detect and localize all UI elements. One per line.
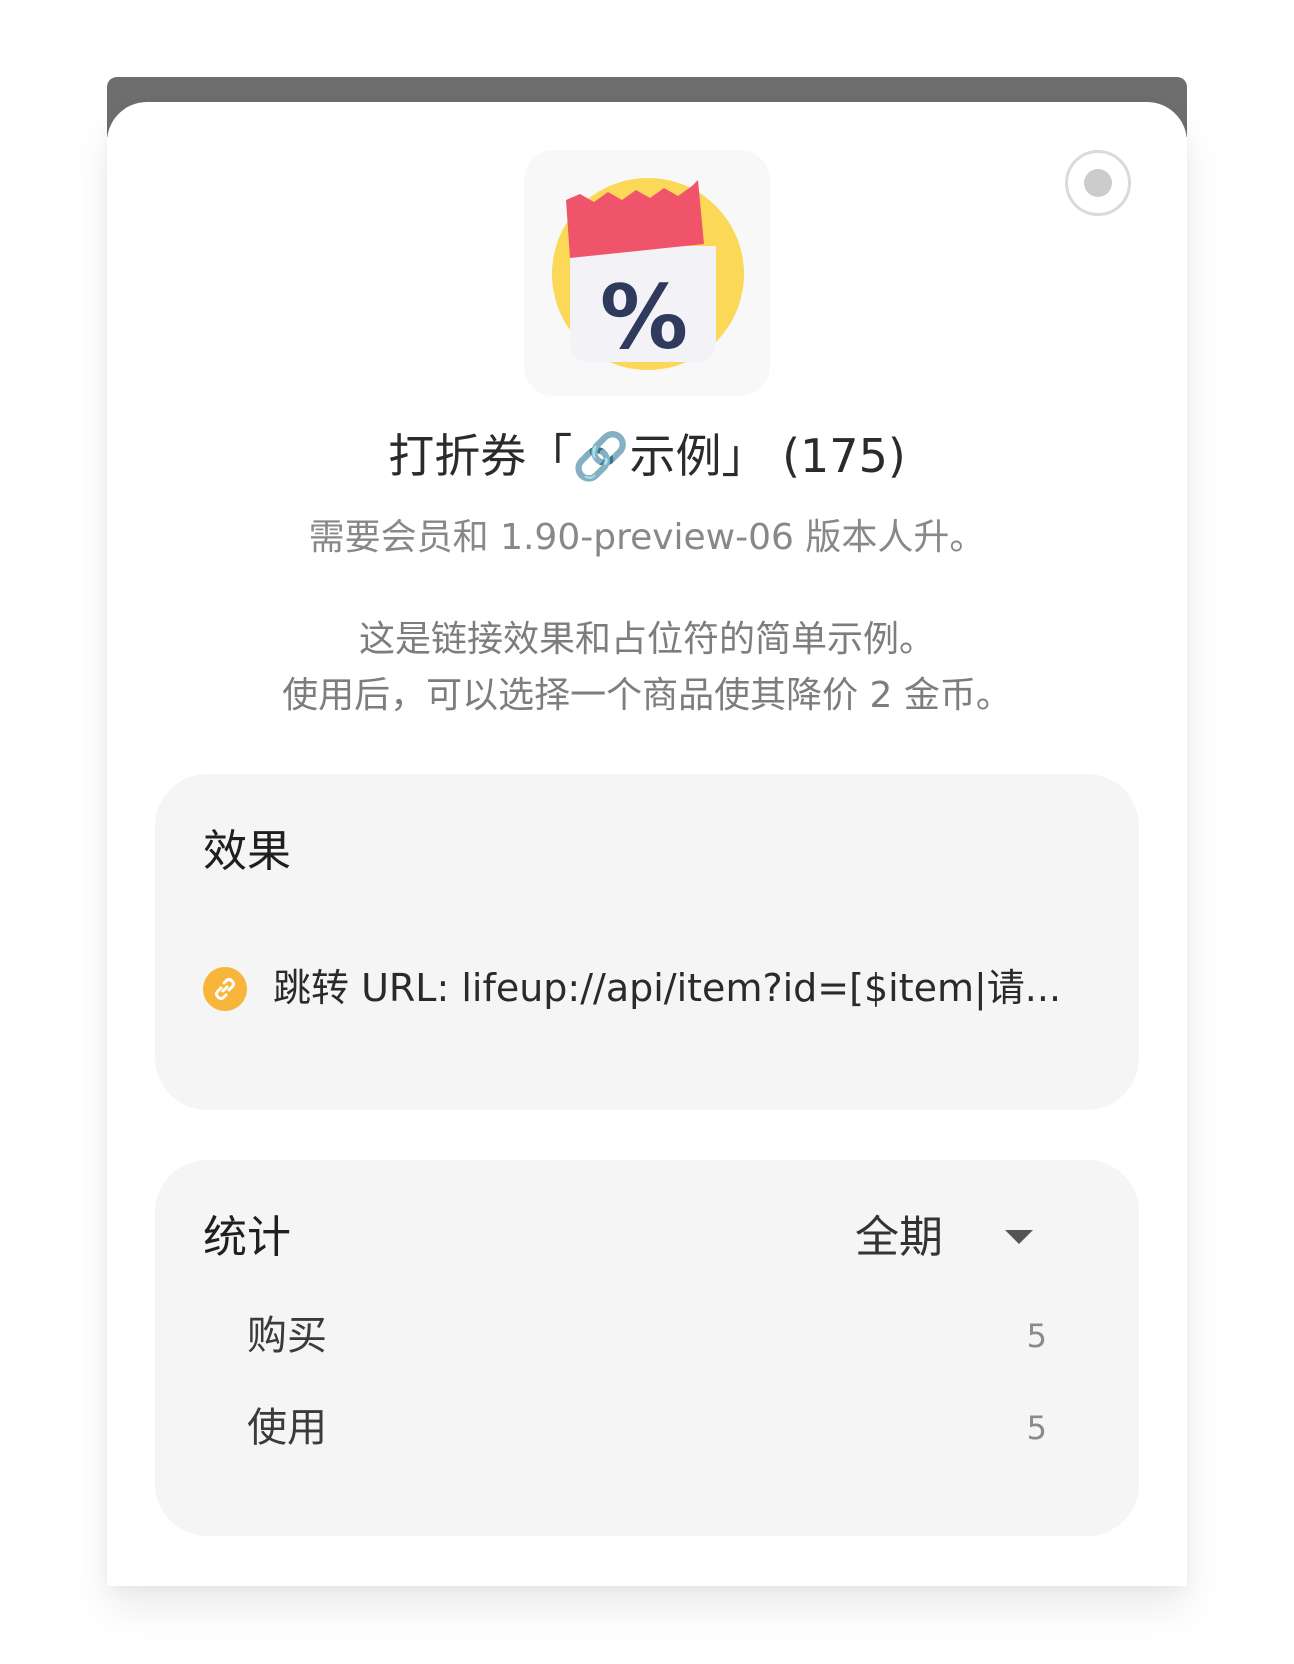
effect-text: 跳转 URL: lifeup://api/item?id=[$item|请... bbox=[273, 966, 1062, 1010]
svg-text:%: % bbox=[600, 266, 688, 369]
title-count: (175) bbox=[767, 429, 906, 483]
stat-label: 购买 bbox=[247, 1313, 327, 1359]
radio-dot bbox=[1084, 169, 1112, 197]
stats-panel: 统计 全期 购买 5 使用 5 bbox=[155, 1160, 1139, 1536]
link-emoji-icon: 🔗 bbox=[572, 429, 630, 483]
title-name: 示例」 bbox=[629, 429, 768, 483]
stat-row-use: 使用 5 bbox=[247, 1398, 1047, 1458]
item-detail-card: % 打折券「🔗示例」 (175) 需要会员和 1.90-preview-06 版… bbox=[107, 102, 1187, 1586]
link-icon bbox=[203, 967, 247, 1011]
item-description: 这是链接效果和占位符的简单示例。 使用后，可以选择一个商品使其降价 2 金币。 bbox=[107, 612, 1187, 724]
select-radio-button[interactable] bbox=[1065, 150, 1131, 216]
stat-label: 使用 bbox=[247, 1405, 327, 1451]
period-dropdown[interactable]: 全期 bbox=[855, 1208, 1085, 1268]
chevron-down-icon bbox=[1005, 1230, 1033, 1244]
period-selected-value: 全期 bbox=[855, 1212, 943, 1263]
description-line: 这是链接效果和占位符的简单示例。 bbox=[358, 619, 935, 660]
description-line: 使用后，可以选择一个商品使其降价 2 金币。 bbox=[282, 675, 1012, 716]
item-title: 打折券「🔗示例」 (175) bbox=[107, 424, 1187, 488]
effects-panel: 效果 跳转 URL: lifeup://api/item?id=[$item|请… bbox=[155, 774, 1139, 1110]
effects-heading: 效果 bbox=[203, 826, 291, 877]
effect-item-url[interactable]: 跳转 URL: lifeup://api/item?id=[$item|请... bbox=[203, 960, 1083, 1016]
stat-row-purchase: 购买 5 bbox=[247, 1306, 1047, 1366]
stat-value: 5 bbox=[1026, 1409, 1047, 1447]
requirement-text: 需要会员和 1.90-preview-06 版本人升。 bbox=[308, 517, 986, 558]
stat-value: 5 bbox=[1026, 1317, 1047, 1355]
discount-coupon-icon: % bbox=[552, 178, 744, 370]
item-icon-tile: % bbox=[524, 150, 770, 396]
title-prefix: 打折券「 bbox=[388, 429, 573, 483]
stats-heading: 统计 bbox=[203, 1212, 291, 1263]
